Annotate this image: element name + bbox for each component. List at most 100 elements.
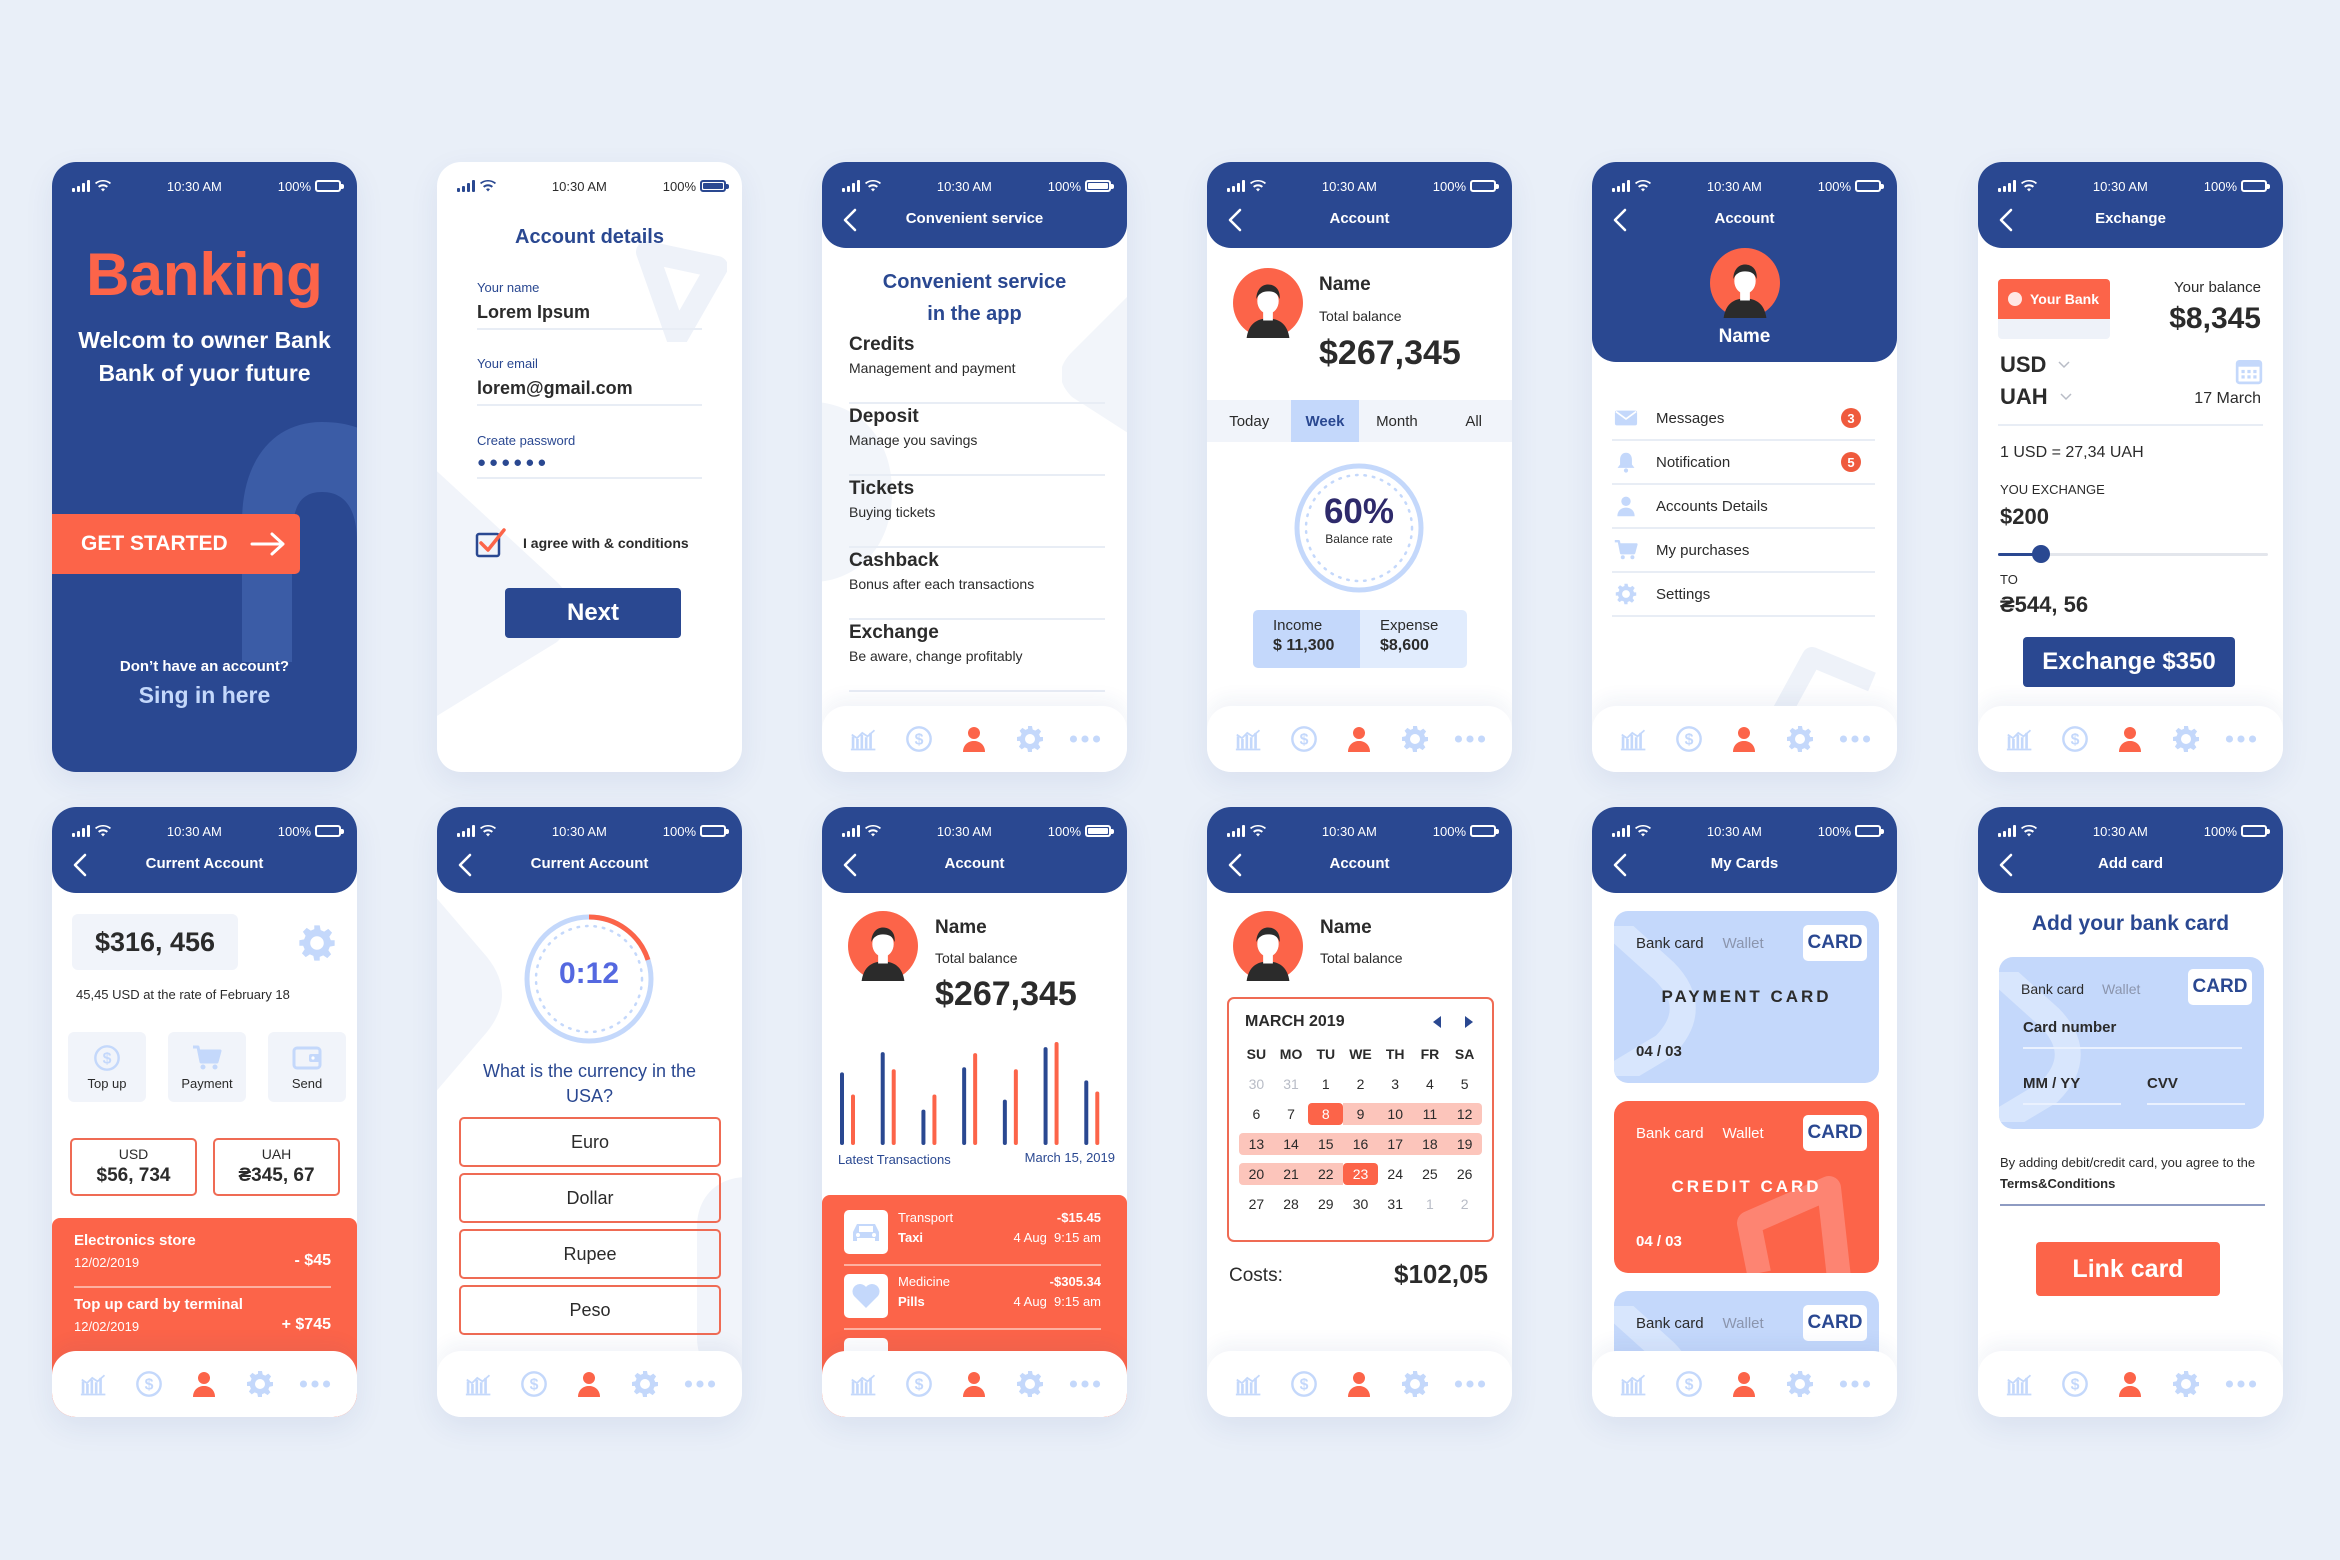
calendar-day[interactable]: 30 <box>1239 1073 1274 1095</box>
tab-gear[interactable] <box>629 1369 661 1399</box>
calendar-day[interactable]: 15 <box>1308 1133 1344 1155</box>
slider-thumb[interactable] <box>2032 545 2051 563</box>
tab-bank-card[interactable]: Bank card <box>1636 935 1704 952</box>
menu-item-my-purchases[interactable]: My purchases <box>1612 529 1875 573</box>
calendar-day[interactable]: 17 <box>1377 1133 1413 1155</box>
calendar-day[interactable]: 31 <box>1274 1073 1309 1095</box>
tab-all[interactable]: All <box>1435 400 1512 442</box>
answer-option-euro[interactable]: Euro <box>459 1117 721 1167</box>
expiry-field[interactable]: MM / YY <box>2023 1075 2121 1105</box>
tab-wallet[interactable]: Wallet <box>1723 1125 1764 1142</box>
settings-gear-icon[interactable] <box>298 924 336 962</box>
next-button[interactable]: Next <box>505 588 681 638</box>
tab-more[interactable] <box>1454 724 1486 754</box>
calendar-day[interactable]: 2 <box>1447 1193 1482 1215</box>
calendar-day[interactable]: 12 <box>1447 1103 1482 1125</box>
tab-chart[interactable] <box>848 724 880 754</box>
transaction-row[interactable]: Medicine Pills -$305.34 4 Aug 9:15 am <box>844 1274 1101 1330</box>
calendar-day[interactable]: 16 <box>1343 1133 1378 1155</box>
calendar-icon[interactable] <box>2235 357 2263 385</box>
from-currency-select[interactable]: USD <box>2000 352 2070 378</box>
calendar-day[interactable]: 14 <box>1273 1133 1309 1155</box>
tab-gear[interactable] <box>1399 1369 1431 1399</box>
tab-gear[interactable] <box>1014 1369 1046 1399</box>
calendar-day[interactable]: 26 <box>1447 1163 1482 1185</box>
service-item-deposit[interactable]: Deposit Manage you savings <box>849 406 1105 476</box>
calendar-day[interactable]: 9 <box>1343 1103 1378 1125</box>
menu-item-messages[interactable]: Messages 3 <box>1612 397 1875 441</box>
tab-gear[interactable] <box>1784 1369 1816 1399</box>
tab-today[interactable]: Today <box>1207 400 1291 442</box>
to-currency-select[interactable]: UAH <box>2000 384 2072 410</box>
next-month-icon[interactable] <box>1464 1015 1474 1029</box>
calendar-day[interactable]: 2 <box>1343 1073 1378 1095</box>
calendar-day[interactable]: 23 <box>1343 1163 1378 1185</box>
calendar-day[interactable]: 28 <box>1274 1193 1309 1215</box>
calendar-day[interactable]: 5 <box>1447 1073 1482 1095</box>
tab-chart[interactable] <box>2004 1369 2036 1399</box>
tab-user[interactable] <box>1343 724 1375 754</box>
calendar-day[interactable]: 7 <box>1274 1103 1309 1125</box>
tab-gear[interactable] <box>1014 724 1046 754</box>
calendar-day[interactable]: 27 <box>1239 1193 1274 1215</box>
tab-dollar[interactable] <box>903 724 935 754</box>
tab-more[interactable] <box>1069 1369 1101 1399</box>
answer-option-rupee[interactable]: Rupee <box>459 1229 721 1279</box>
tab-more[interactable] <box>684 1369 716 1399</box>
tab-gear[interactable] <box>2170 724 2202 754</box>
credit-card[interactable]: Bank card Wallet CARD CREDIT CARD 04 / 03 <box>1614 1101 1879 1273</box>
wallet-usd[interactable]: USD $56, 734 <box>70 1138 197 1196</box>
email-field[interactable]: Your email lorem@gmail.com <box>477 356 702 406</box>
calendar-day[interactable]: 1 <box>1308 1073 1343 1095</box>
calendar-day[interactable]: 3 <box>1378 1073 1413 1095</box>
tab-gear[interactable] <box>2170 1369 2202 1399</box>
tab-more[interactable] <box>1839 724 1871 754</box>
service-item-credits[interactable]: Credits Management and payment <box>849 334 1105 404</box>
tab-chart[interactable] <box>1618 724 1650 754</box>
tab-user[interactable] <box>958 724 990 754</box>
tab-chart[interactable] <box>848 1369 880 1399</box>
calendar-day[interactable]: 1 <box>1413 1193 1448 1215</box>
tab-chart[interactable] <box>1618 1369 1650 1399</box>
calendar-day[interactable]: 31 <box>1378 1193 1413 1215</box>
calendar-day[interactable]: 19 <box>1447 1133 1482 1155</box>
calendar-day[interactable]: 24 <box>1378 1163 1413 1185</box>
tab-dollar[interactable] <box>903 1369 935 1399</box>
tab-dollar[interactable] <box>1288 724 1320 754</box>
tab-chart[interactable] <box>1233 1369 1265 1399</box>
transaction-row[interactable]: Top up card by terminal 12/02/2019 + $745 <box>74 1296 331 1352</box>
get-started-button[interactable]: GET STARTED <box>52 514 300 574</box>
tab-dollar[interactable] <box>1673 1369 1705 1399</box>
service-item-cashback[interactable]: Cashback Bonus after each transactions <box>849 550 1105 620</box>
answer-option-peso[interactable]: Peso <box>459 1285 721 1335</box>
cvv-field[interactable]: CVV <box>2147 1075 2245 1105</box>
tab-more[interactable] <box>1069 724 1101 754</box>
tab-more[interactable] <box>1839 1369 1871 1399</box>
calendar-day[interactable]: 22 <box>1308 1163 1344 1185</box>
calendar-day[interactable]: 6 <box>1239 1103 1274 1125</box>
card-number-field[interactable]: Card number <box>2023 1019 2242 1049</box>
calendar-day[interactable]: 18 <box>1412 1133 1448 1155</box>
tab-user[interactable] <box>2114 724 2146 754</box>
agree-checkbox[interactable] <box>475 528 507 558</box>
service-item-exchange[interactable]: Exchange Be aware, change profitably <box>849 622 1105 692</box>
calendar-day[interactable]: 4 <box>1413 1073 1448 1095</box>
transaction-row[interactable]: Transport Taxi -$15.45 4 Aug 9:15 am <box>844 1210 1101 1266</box>
service-item-tickets[interactable]: Tickets Buying tickets <box>849 478 1105 548</box>
calendar-day[interactable]: 8 <box>1308 1103 1344 1125</box>
bank-selector[interactable]: Your Bank <box>1998 279 2110 339</box>
tab-dollar[interactable] <box>2059 1369 2091 1399</box>
calendar-day[interactable]: 11 <box>1412 1103 1448 1125</box>
tab-chart[interactable] <box>1233 724 1265 754</box>
calendar-day[interactable]: 30 <box>1343 1193 1378 1215</box>
tab-user[interactable] <box>573 1369 605 1399</box>
tab-dollar[interactable] <box>2059 724 2091 754</box>
tab-gear[interactable] <box>1784 724 1816 754</box>
tab-bank-card[interactable]: Bank card <box>1636 1315 1704 1332</box>
tab-chart[interactable] <box>463 1369 495 1399</box>
tab-gear[interactable] <box>1399 724 1431 754</box>
menu-item-notification[interactable]: Notification 5 <box>1612 441 1875 485</box>
calendar-day[interactable]: 29 <box>1308 1193 1343 1215</box>
tab-gear[interactable] <box>244 1369 276 1399</box>
menu-item-settings[interactable]: Settings <box>1612 573 1875 617</box>
